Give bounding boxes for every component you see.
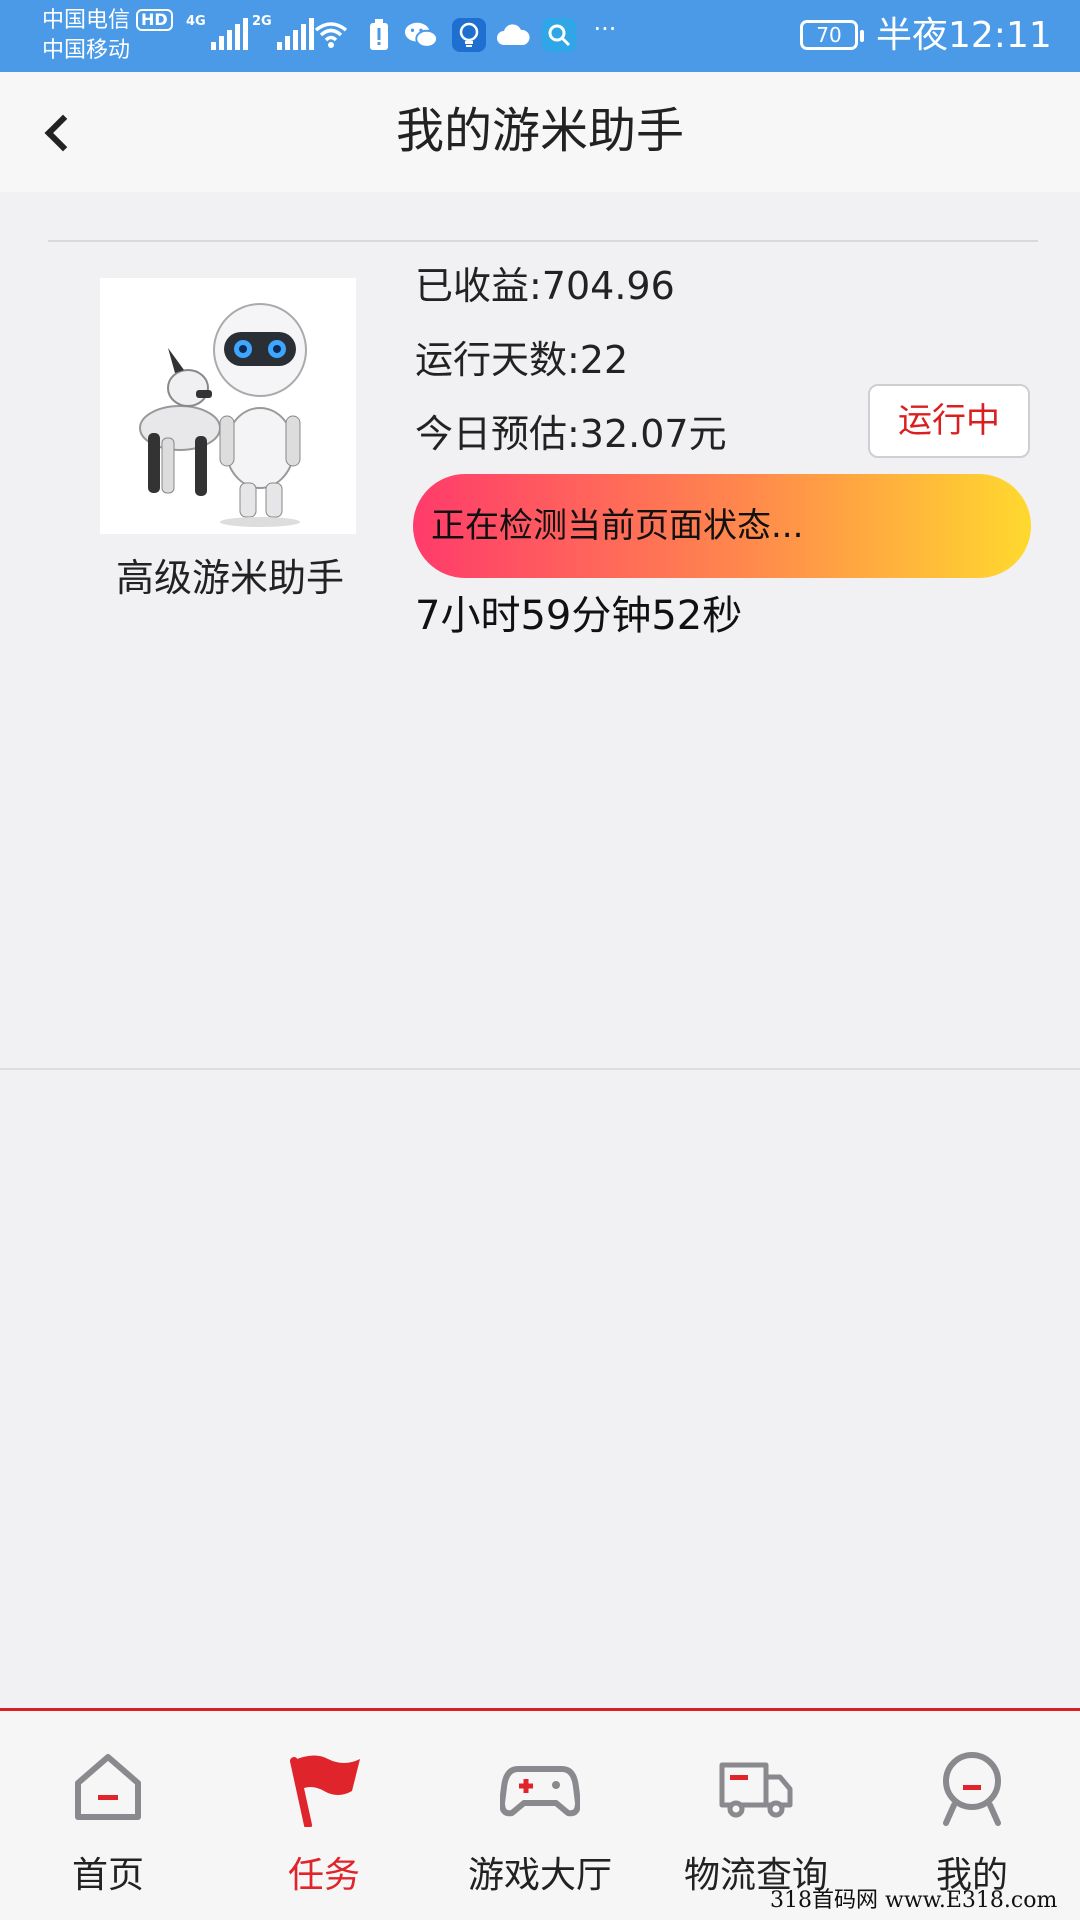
hd-badge: HD [136, 9, 173, 31]
running-days: 运行天数:22 [415, 338, 629, 382]
battery-indicator: 70 [800, 20, 864, 50]
clock: 半夜12:11 [876, 15, 1052, 56]
flag-icon [284, 1747, 364, 1829]
gamepad-icon [499, 1747, 581, 1827]
wifi-icon [314, 18, 348, 52]
battery-saver-icon [362, 18, 396, 52]
tab-game-hall[interactable]: 游戏大厅 [432, 1711, 648, 1920]
signal-icon: 4G [186, 14, 248, 50]
status-bar: 中国电信 HD 中国移动 4G 2G ··· 70 半夜12:11 [0, 0, 1080, 72]
truck-icon [716, 1747, 796, 1827]
title-bar: 我的游米助手 [0, 72, 1080, 192]
divider [48, 240, 1038, 242]
assistant-name: 高级游米助手 [115, 556, 344, 600]
divider [0, 1068, 1080, 1070]
progress-text: 正在检测当前页面状态... [431, 506, 804, 546]
search-icon [542, 18, 576, 52]
more-icon: ··· [593, 15, 617, 43]
bulb-icon [452, 18, 486, 52]
carrier-info: 中国电信 HD 中国移动 [42, 6, 173, 66]
watermark: 318首码网 www.E318.com [770, 1888, 1058, 1913]
tab-tasks[interactable]: 任务 [216, 1711, 432, 1920]
robot-image [100, 278, 356, 534]
runtime-timer: 7小时59分钟52秒 [415, 593, 743, 639]
tab-home[interactable]: 首页 [0, 1711, 216, 1920]
user-icon [932, 1747, 1012, 1827]
today-estimate: 今日预估:32.07元 [415, 412, 727, 456]
home-icon [68, 1747, 148, 1827]
running-status-button[interactable]: 运行中 [868, 384, 1030, 458]
status-progress-bar: 正在检测当前页面状态... [413, 474, 1031, 578]
carrier-1: 中国电信 [42, 8, 131, 33]
earned-amount: 已收益:704.96 [415, 264, 675, 308]
tab-label: 任务 [287, 1855, 360, 1896]
cloud-icon [496, 18, 530, 52]
carrier-2: 中国移动 [42, 38, 131, 63]
tab-label: 首页 [71, 1855, 144, 1896]
wechat-icon [404, 18, 438, 52]
page-title: 我的游米助手 [395, 103, 684, 159]
signal-icon: 2G [252, 14, 314, 50]
tab-label: 游戏大厅 [467, 1855, 612, 1896]
